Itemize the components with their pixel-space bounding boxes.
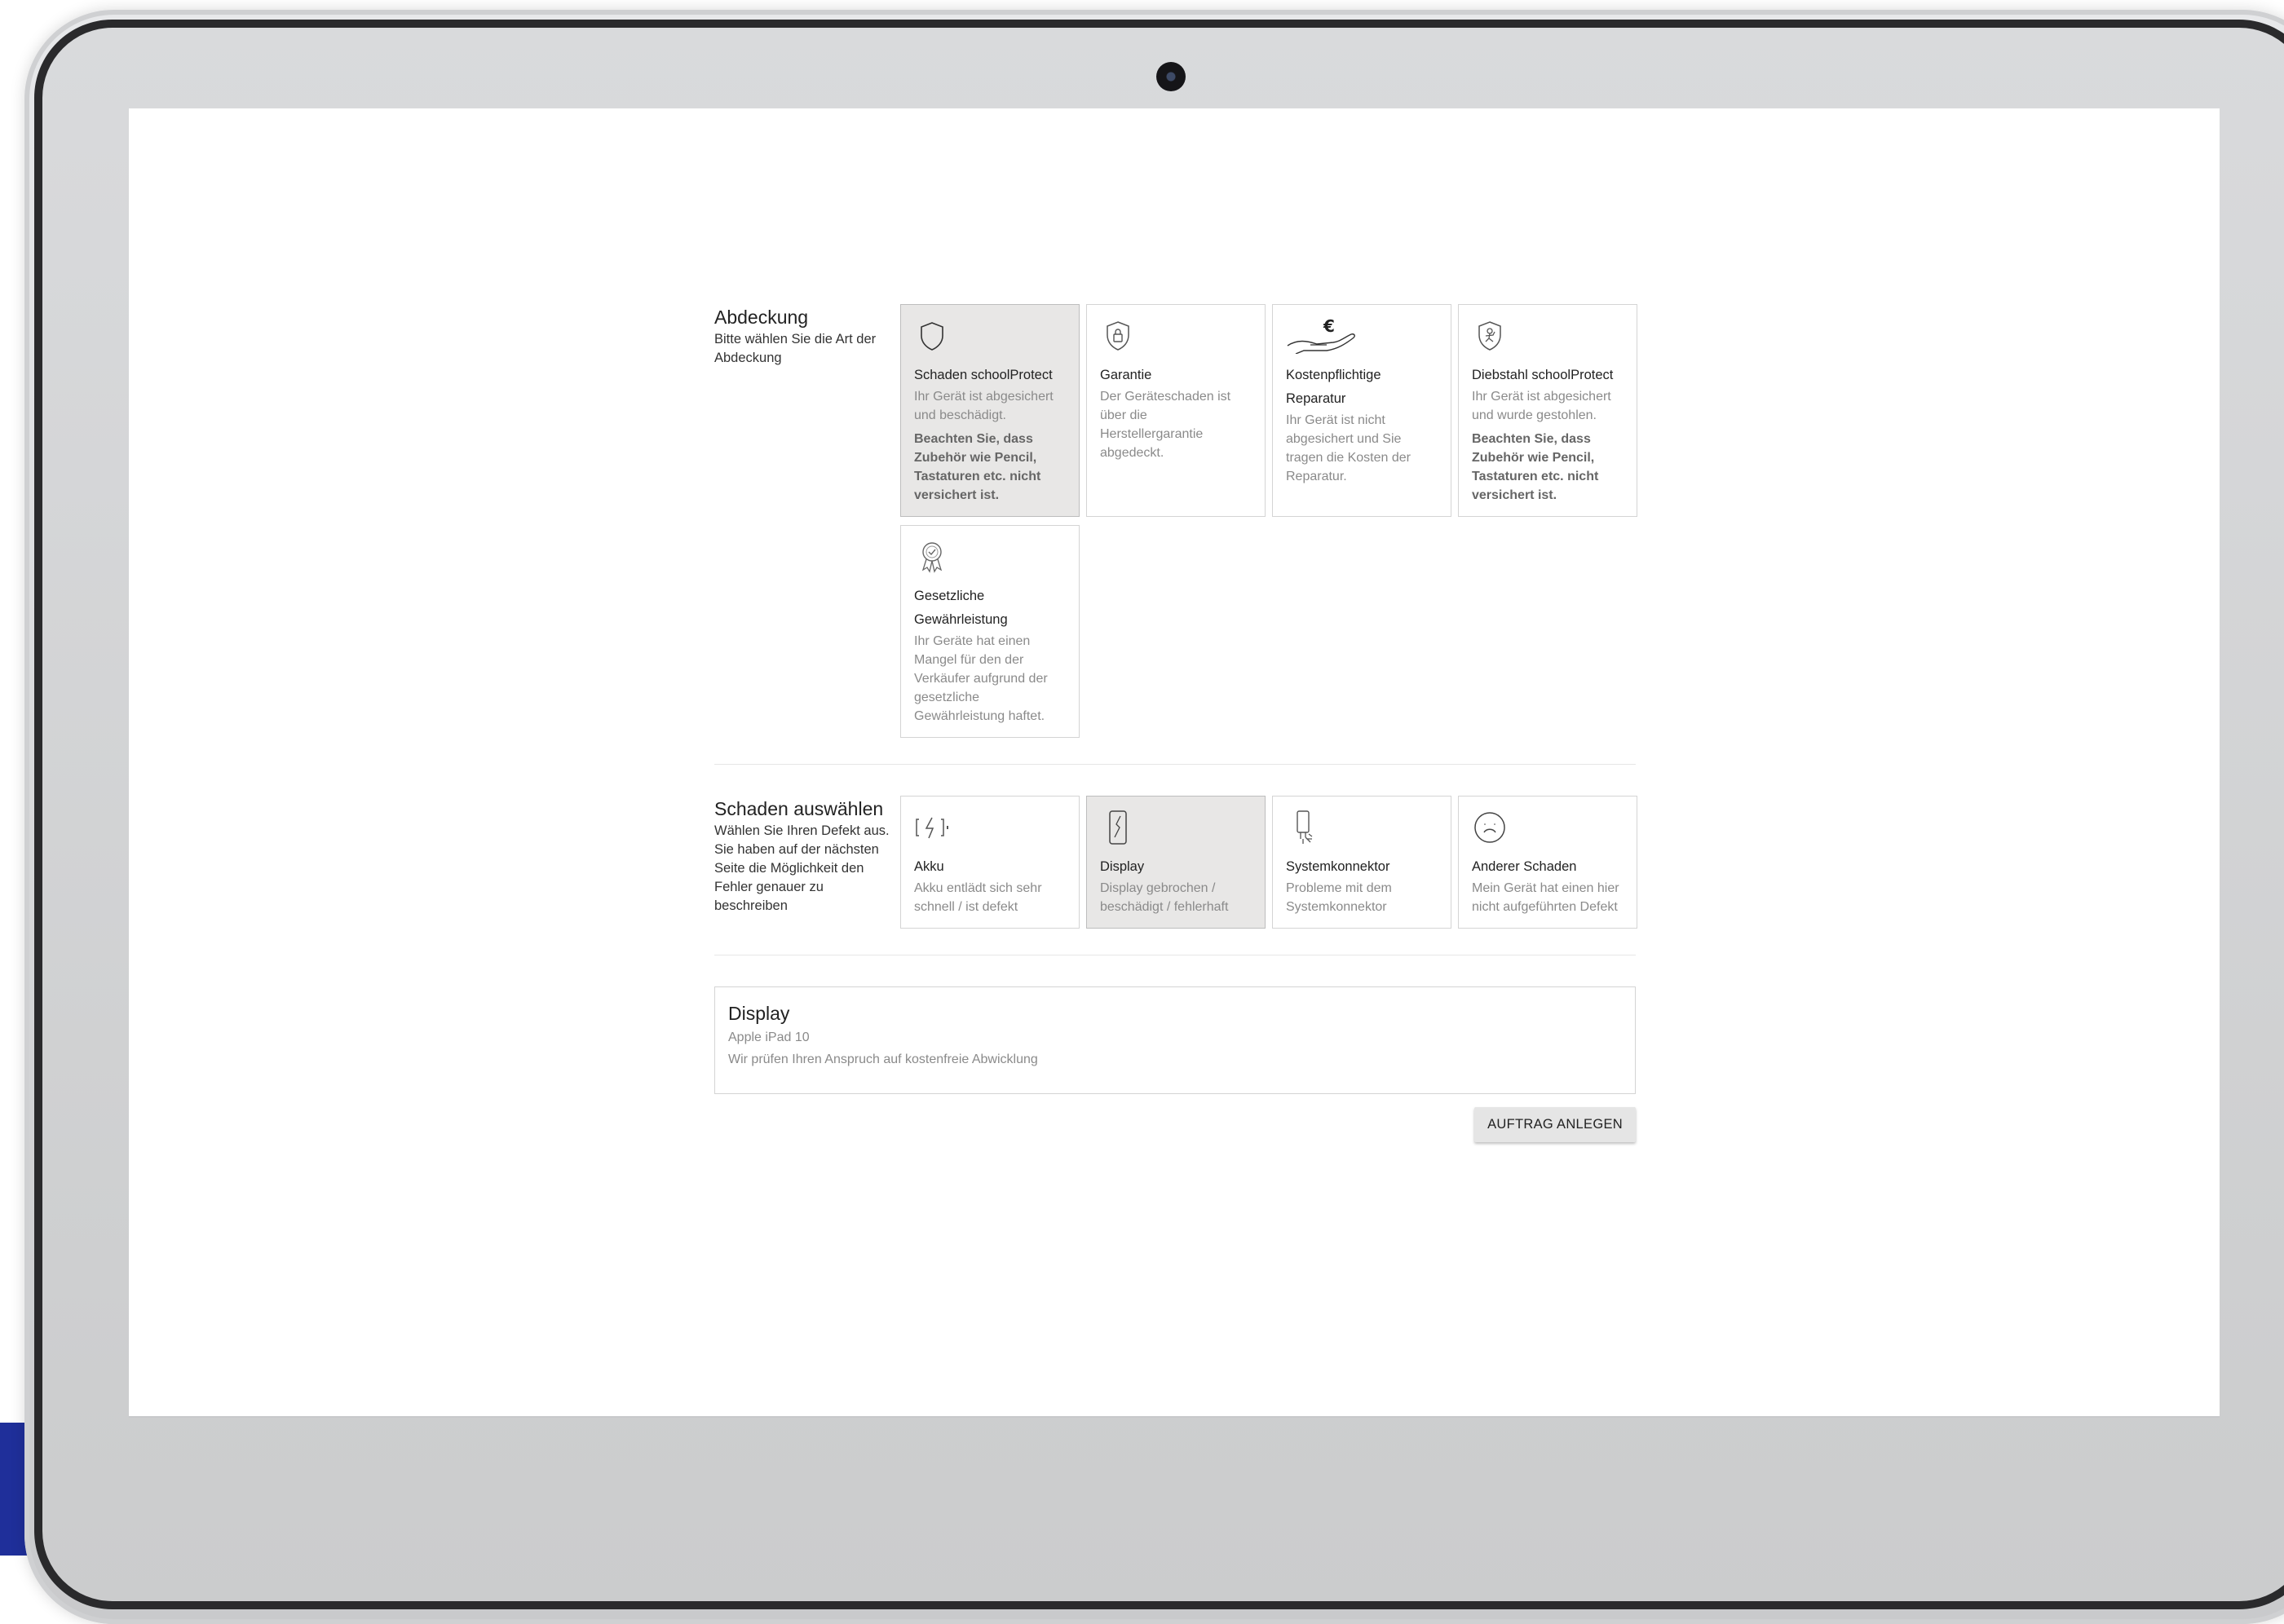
coverage-option-description: Ihr Gerät ist abgesichert und wurde gest… (1472, 390, 1611, 422)
coverage-option-description: Der Geräteschaden ist über die Herstelle… (1100, 390, 1231, 460)
camera-icon (1156, 62, 1186, 91)
screen: Abdeckung Bitte wählen Sie die Art der A… (129, 108, 2220, 1418)
coverage-option-kostenpflichtige-reparatur[interactable]: € Kostenpflichtige Reparatur Ihr Gerät i… (1272, 304, 1451, 517)
shield-lock-icon (1100, 318, 1136, 354)
coverage-option-title: Schaden schoolProtect (914, 368, 1053, 382)
coverage-header: Abdeckung Bitte wählen Sie die Art der A… (714, 304, 900, 738)
summary-device: Apple iPad 10 (728, 1030, 810, 1044)
damage-option-akku[interactable]: Akku Akku entlädt sich sehr schnell / is… (900, 796, 1080, 929)
coverage-option-garantie[interactable]: Garantie Der Geräteschaden ist über die … (1086, 304, 1266, 517)
coverage-description: Bitte wählen Sie die Art der Abdeckung (714, 332, 877, 365)
damage-option-title: Display (1100, 859, 1145, 874)
coverage-option-note: Beachten Sie, dass Zubehör wie Pencil, T… (1472, 432, 1599, 502)
coverage-option-title: Kostenpflichtige Reparatur (1286, 368, 1381, 406)
coverage-option-description: Ihr Gerät ist abgesichert und beschädigt… (914, 390, 1054, 422)
sad-face-icon (1472, 810, 1508, 845)
damage-option-description: Probleme mit dem Systemkonnektor (1286, 881, 1392, 914)
coverage-option-description: Ihr Gerät ist nicht abgesichert und Sie … (1286, 413, 1411, 483)
euro-hand-icon: € (1286, 318, 1359, 354)
damage-option-description: Mein Gerät hat einen hier nicht aufgefüh… (1472, 881, 1619, 914)
summary-title: Display (728, 1003, 790, 1024)
broken-display-icon (1100, 810, 1136, 845)
damage-option-description: Display gebrochen / beschädigt / fehlerh… (1100, 881, 1229, 914)
coverage-option-title: Garantie (1100, 368, 1152, 382)
coverage-title: Abdeckung (714, 307, 809, 328)
battery-icon (914, 810, 950, 845)
connector-icon (1286, 810, 1322, 845)
coverage-option-title: Gesetzliche Gewährleistung (914, 589, 1008, 627)
summary-panel: Display Apple iPad 10 Wir prüfen Ihren A… (714, 986, 1636, 1094)
summary-message: Wir prüfen Ihren Anspruch auf kostenfrei… (728, 1053, 1038, 1066)
coverage-option-diebstahl-schoolprotect[interactable]: Diebstahl schoolProtect Ihr Gerät ist ab… (1458, 304, 1637, 517)
shield-thief-icon (1472, 318, 1508, 354)
coverage-option-note: Beachten Sie, dass Zubehör wie Pencil, T… (914, 432, 1041, 502)
form-actions: AUFTRAG ANLEGEN (714, 1107, 1636, 1142)
damage-option-title: Anderer Schaden (1472, 859, 1577, 874)
coverage-section: Abdeckung Bitte wählen Sie die Art der A… (714, 304, 1637, 738)
damage-option-title: Akku (914, 859, 944, 874)
svg-text:€: € (1323, 318, 1335, 336)
shield-icon (914, 318, 950, 354)
damage-option-display[interactable]: Display Display gebrochen / beschädigt /… (1086, 796, 1266, 929)
damage-section: Schaden auswählen Wählen Sie Ihren Defek… (714, 796, 1637, 929)
create-order-button[interactable]: AUFTRAG ANLEGEN (1474, 1107, 1636, 1142)
award-badge-icon (914, 539, 950, 575)
damage-option-title: Systemkonnektor (1286, 859, 1390, 874)
coverage-option-gesetzliche-gewaehrleistung[interactable]: Gesetzliche Gewährleistung Ihr Geräte ha… (900, 525, 1080, 738)
damage-option-anderer-schaden[interactable]: Anderer Schaden Mein Gerät hat einen hie… (1458, 796, 1637, 929)
coverage-option-schaden-schoolprotect[interactable]: Schaden schoolProtect Ihr Gerät ist abge… (900, 304, 1080, 517)
coverage-option-description: Ihr Geräte hat einen Mangel für den der … (914, 634, 1048, 723)
damage-title: Schaden auswählen (714, 798, 884, 819)
section-divider (714, 764, 1636, 765)
damage-option-description: Akku entlädt sich sehr schnell / ist def… (914, 881, 1042, 914)
coverage-options: Schaden schoolProtect Ihr Gerät ist abge… (900, 304, 1637, 738)
coverage-option-title: Diebstahl schoolProtect (1472, 368, 1614, 382)
claim-form: Abdeckung Bitte wählen Sie die Art der A… (714, 304, 1637, 1142)
damage-description: Wählen Sie Ihren Defekt aus. Sie haben a… (714, 823, 890, 913)
damage-header: Schaden auswählen Wählen Sie Ihren Defek… (714, 796, 900, 929)
damage-options: Akku Akku entlädt sich sehr schnell / is… (900, 796, 1637, 929)
damage-option-systemkonnektor[interactable]: Systemkonnektor Probleme mit dem Systemk… (1272, 796, 1451, 929)
